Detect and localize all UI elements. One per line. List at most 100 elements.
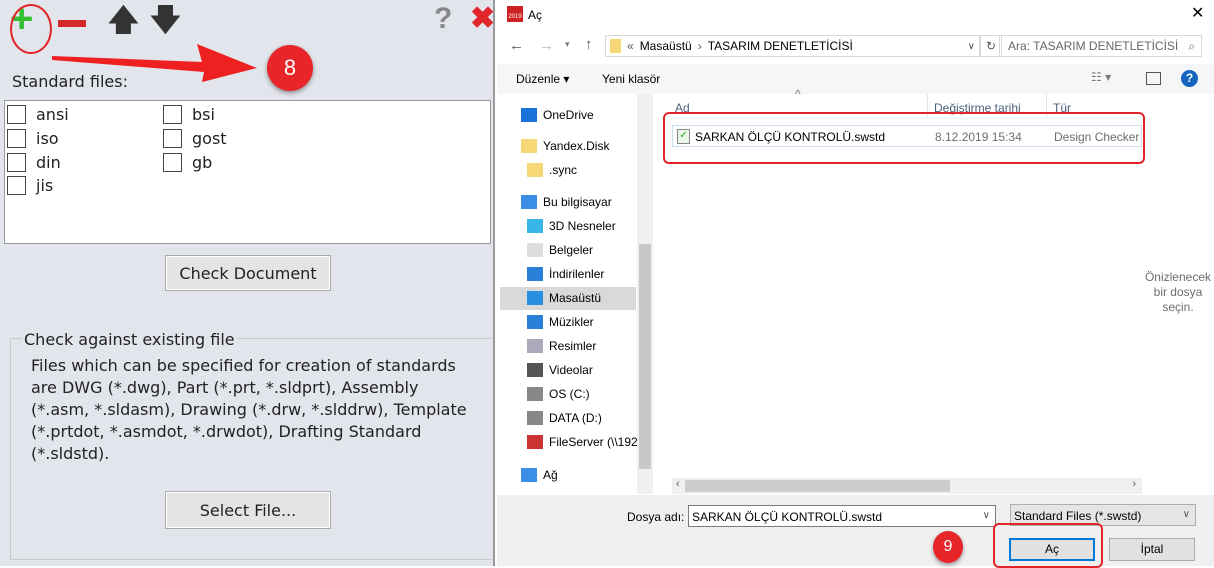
nav-item-label: Belgeler (549, 243, 594, 257)
nav-item-label: Müzikler (549, 315, 594, 329)
preview-text: Önizlenecek bir dosya seçin. (1144, 270, 1212, 314)
drive-icon (527, 387, 543, 401)
folder-icon (527, 163, 543, 177)
nav-item[interactable]: DATA (D:) (527, 407, 602, 429)
chevron-down-icon: ∨ (1182, 509, 1190, 520)
picture-icon (527, 339, 543, 353)
checkbox-iso[interactable]: iso (7, 129, 59, 148)
navigation-pane: OneDrive Yandex.Disk .sync Bu bilgisayar 3D … (497, 94, 653, 494)
dialog-title: Aç (528, 8, 543, 22)
breadcrumb-item[interactable]: TASARIM DENETLETİCİSİ (708, 39, 853, 53)
nav-item-label: İndirilenler (549, 267, 605, 281)
standard-files-list: ansi iso din jis bsi gost gb (4, 100, 491, 244)
sort-ascending-icon: ^ (795, 87, 801, 101)
help-icon[interactable]: ? (1181, 70, 1198, 87)
music-icon (527, 315, 543, 329)
nav-item[interactable]: 3D Nesneler (527, 215, 616, 237)
nav-item[interactable]: İndirilenler (527, 263, 604, 285)
nav-item-label: .sync (549, 163, 578, 177)
file-highlight (663, 112, 1145, 164)
document-icon (527, 243, 543, 257)
computer-icon (521, 195, 537, 209)
up-icon[interactable]: ↑ (585, 36, 593, 53)
close-icon[interactable]: ✕ (1191, 3, 1204, 23)
nav-item-label: OS (C:) (549, 387, 590, 401)
checkbox-gb[interactable]: gb (163, 153, 212, 172)
desktop-icon (527, 291, 543, 305)
folder-icon (521, 139, 537, 153)
group-description: Files which can be specified for creatio… (31, 356, 467, 463)
forward-icon[interactable]: → (539, 37, 554, 54)
nav-item-label: Resimler (549, 339, 597, 353)
network-icon (521, 468, 537, 482)
checkbox-gost[interactable]: gost (163, 129, 227, 148)
arrow-down-icon[interactable]: 🡇 (150, 6, 181, 36)
checkbox-ansi[interactable]: ansi (7, 105, 69, 124)
drive-icon (527, 411, 543, 425)
nav-scrollbar[interactable] (637, 94, 653, 494)
open-file-dialog: 2019 Aç ✕ ← → ▾ ↑ « Masaüstü › TASARIM D… (497, 0, 1214, 568)
nav-item-label: 3D Nesneler (549, 219, 616, 233)
nav-item-label: FileServer (\\192 (549, 435, 638, 449)
horizontal-scrollbar[interactable]: ‹ › (672, 478, 1142, 494)
nav-item-label: Ağ (543, 468, 558, 482)
search-icon: ⌕ (1188, 39, 1195, 53)
address-bar[interactable]: « Masaüstü › TASARIM DENETLETİCİSİ ∨ (605, 35, 980, 57)
select-file-button[interactable]: Select File... (165, 491, 331, 529)
arrow-up-icon[interactable]: 🡅 (108, 6, 139, 36)
open-button-highlight (993, 523, 1103, 568)
group-title: Check against existing file (22, 330, 237, 349)
back-icon[interactable]: ← (509, 37, 524, 54)
nav-item[interactable]: Müzikler (527, 311, 594, 333)
nav-item-label: Videolar (549, 363, 593, 377)
remove-icon[interactable] (58, 20, 86, 27)
folder-icon (610, 39, 621, 53)
nav-item-label: OneDrive (543, 108, 594, 122)
nav-item[interactable]: OneDrive (521, 104, 594, 126)
nav-item[interactable]: Videolar (527, 359, 593, 381)
nav-item[interactable]: FileServer (\\192 (527, 431, 638, 453)
recent-chevron-icon[interactable]: ▾ (565, 39, 570, 50)
filename-label: Dosya adı: (627, 510, 685, 524)
cloud-icon (521, 108, 537, 122)
nav-item[interactable]: OS (C:) (527, 383, 590, 405)
nav-item[interactable]: Bu bilgisayar (521, 191, 612, 213)
chevron-down-icon[interactable]: ∨ (968, 41, 975, 52)
nav-item-label: Masaüstü (549, 291, 602, 305)
preview-pane-icon[interactable] (1146, 72, 1161, 85)
design-checker-panel: + 🡅 🡇 ? ✖ 8 Standard files: ansi iso din… (0, 0, 495, 566)
nav-item[interactable]: Yandex.Disk (521, 135, 609, 157)
search-input[interactable]: Ara: TASARIM DENETLETİCİSİ ⌕ (999, 35, 1202, 57)
filename-input[interactable]: SARKAN ÖLÇÜ KONTROLÜ.swstd ∨ (688, 505, 996, 527)
download-icon (527, 267, 543, 281)
close-icon[interactable]: ✖ (470, 4, 495, 34)
video-icon (527, 363, 543, 377)
nav-item[interactable]: .sync (527, 159, 577, 181)
nav-item[interactable]: Masaüstü (527, 287, 601, 309)
standard-files-label: Standard files: (12, 72, 128, 91)
checkbox-jis[interactable]: jis (7, 176, 53, 195)
cube-icon (527, 219, 543, 233)
command-bar: Düzenle ▾ Yeni klasör ☷ ▾ ? (497, 64, 1214, 94)
highlight-circle (10, 4, 52, 54)
help-icon[interactable]: ? (434, 4, 452, 34)
step-badge-8: 8 (267, 45, 313, 91)
checkbox-bsi[interactable]: bsi (163, 105, 215, 124)
nav-item[interactable]: Resimler (527, 335, 596, 357)
check-document-button[interactable]: Check Document (165, 255, 331, 291)
app-icon: 2019 (507, 6, 523, 22)
chevron-down-icon[interactable]: ∨ (983, 510, 990, 521)
cancel-button[interactable]: İptal (1109, 538, 1195, 561)
view-options-icon[interactable]: ☷ ▾ (1091, 70, 1111, 84)
step-badge-9: 9 (933, 531, 963, 563)
dialog-footer: Dosya adı: SARKAN ÖLÇÜ KONTROLÜ.swstd ∨ S… (497, 495, 1214, 566)
nav-item-label: Yandex.Disk (543, 139, 610, 153)
new-folder-button[interactable]: Yeni klasör (602, 72, 660, 86)
nav-item-label: Bu bilgisayar (543, 195, 612, 209)
breadcrumb-item[interactable]: Masaüstü (640, 39, 692, 53)
nav-item[interactable]: Belgeler (527, 239, 593, 261)
nav-item[interactable]: Ağ (521, 464, 558, 486)
nav-item-label: DATA (D:) (549, 411, 602, 425)
checkbox-din[interactable]: din (7, 153, 61, 172)
organize-button[interactable]: Düzenle ▾ (516, 72, 569, 86)
